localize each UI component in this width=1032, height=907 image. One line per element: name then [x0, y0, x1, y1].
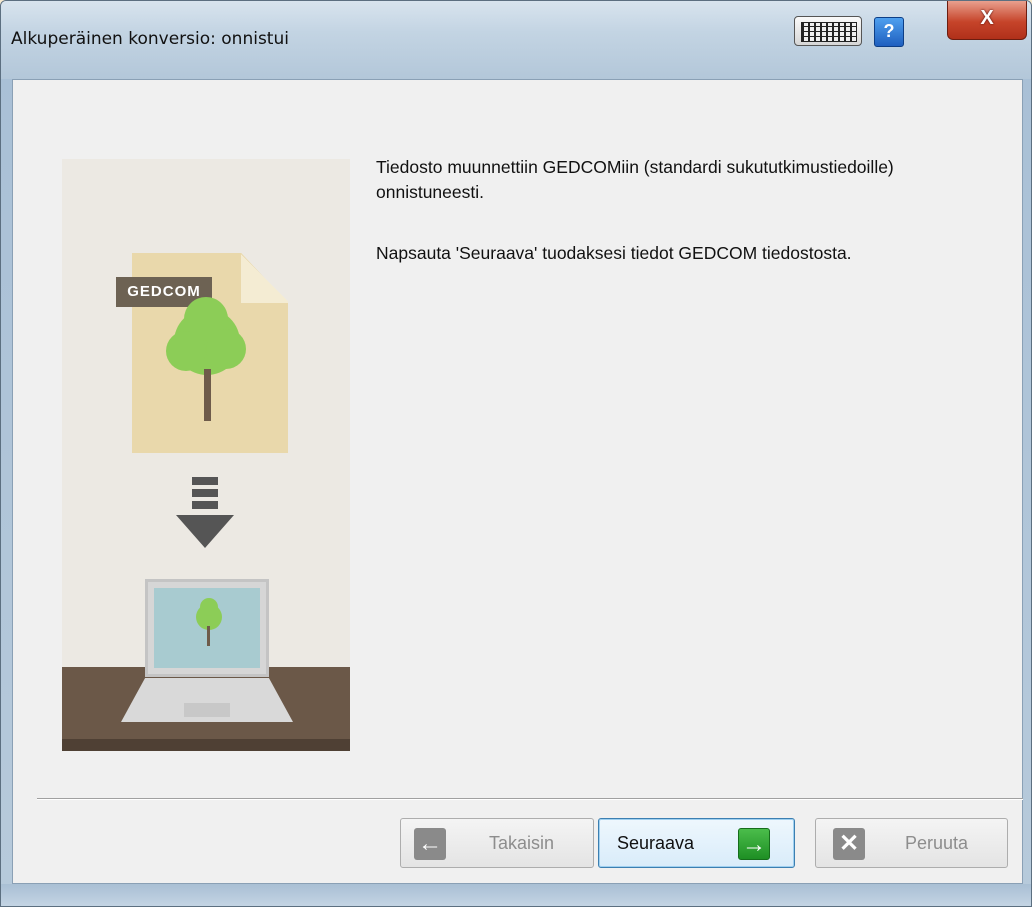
title-bar[interactable]: Alkuperäinen konversio: onnistui ? X — [1, 1, 1031, 79]
help-button[interactable]: ? — [874, 17, 904, 47]
close-button[interactable]: X — [947, 1, 1027, 40]
next-button-label: Seuraava — [617, 833, 695, 853]
button-separator — [37, 798, 1023, 800]
laptop-trackpad — [184, 703, 230, 717]
conversion-success-message: Tiedosto muunnettiin GEDCOMiin (standard… — [376, 157, 894, 202]
next-button[interactable]: Seuraava → — [598, 818, 795, 868]
gedcom-illustration: GEDCOM — [62, 159, 350, 751]
keyboard-icon[interactable] — [794, 16, 862, 46]
window-bottom-frame — [1, 884, 1031, 906]
dialog-window: Alkuperäinen konversio: onnistui ? X GED… — [0, 0, 1032, 907]
arrow-right-icon: → — [738, 828, 770, 860]
back-button-label: Takaisin — [489, 833, 555, 853]
back-button[interactable]: ← Takaisin — [400, 818, 594, 868]
next-step-instruction: Napsauta 'Seuraava' tuodaksesi tiedot GE… — [376, 243, 852, 263]
page-fold — [241, 253, 288, 303]
cancel-button-label: Peruuta — [905, 833, 969, 853]
dialog-content: GEDCOM Tiedosto muunnettiin GEDCOMiin (s… — [12, 79, 1023, 884]
laptop-icon — [145, 579, 269, 677]
down-arrow-icon — [192, 477, 218, 513]
close-icon: ✕ — [833, 828, 865, 860]
cancel-button[interactable]: ✕ Peruuta — [815, 818, 1008, 868]
window-title: Alkuperäinen konversio: onnistui — [11, 29, 289, 49]
arrow-left-icon: ← — [414, 828, 446, 860]
